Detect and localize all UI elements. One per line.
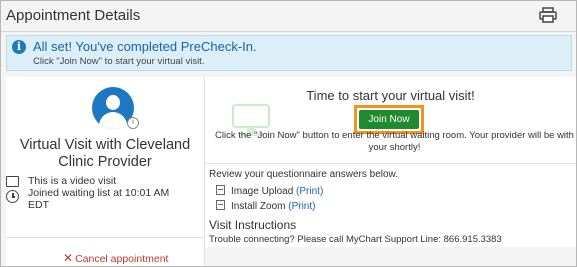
video-camera-icon (6, 176, 19, 187)
questionnaire-item: Install Zoom (Print) (216, 200, 315, 212)
precheckin-complete-banner: i All set! You've completed PreCheck-In.… (6, 35, 572, 71)
cancel-appointment-label: Cancel appointment (75, 253, 169, 265)
provider-name: Virtual Visit with Cleveland Clinic Prov… (19, 137, 191, 170)
start-visit-heading: Time to start your virtual visit! (306, 88, 475, 103)
divider (6, 237, 204, 238)
clock-icon (6, 190, 19, 203)
banner-subtitle: Click "Join Now" to start your virtual v… (33, 56, 205, 67)
cancel-appointment-link[interactable]: ✕ Cancel appointment (63, 251, 168, 265)
join-instructions-text: Click the "Join Now" button to enter the… (215, 130, 574, 153)
avatar-body (99, 112, 127, 129)
questionnaire-label: Install Zoom (231, 201, 286, 212)
appointment-summary-panel: i Virtual Visit with Cleveland Clinic Pr… (6, 77, 205, 266)
print-link[interactable]: (Print) (288, 201, 315, 212)
header-bar: Appointment Details (1, 1, 576, 32)
appointment-details-window: Appointment Details i All set! You've co… (0, 0, 577, 267)
info-badge-icon: i (127, 117, 139, 129)
virtual-visit-panel: Time to start your virtual visit! Join N… (205, 77, 576, 266)
print-link[interactable]: (Print) (296, 186, 323, 197)
banner-title: All set! You've completed PreCheck-In. (33, 39, 257, 54)
video-visit-text: This is a video visit (28, 175, 117, 187)
questionnaire-item: Image Upload (Print) (216, 185, 323, 197)
waiting-list-text: Joined waiting list at 10:01 AM EDT (28, 187, 170, 211)
document-icon (216, 200, 225, 210)
questionnaire-review-text: Review your questionnaire answers below. (209, 169, 398, 180)
divider (205, 163, 576, 164)
questionnaire-label: Image Upload (231, 186, 294, 197)
printer-icon[interactable] (539, 7, 557, 23)
page-title: Appointment Details (6, 7, 141, 24)
info-icon: i (12, 40, 26, 54)
visit-instructions-text: Trouble connecting? Please call MyChart … (209, 234, 502, 245)
close-icon: ✕ (63, 251, 74, 265)
visit-instructions-heading: Visit Instructions (209, 218, 297, 232)
document-icon (216, 185, 225, 195)
join-now-button[interactable]: Join Now (359, 110, 419, 129)
avatar-head (106, 95, 120, 110)
panel-footer (205, 247, 576, 266)
